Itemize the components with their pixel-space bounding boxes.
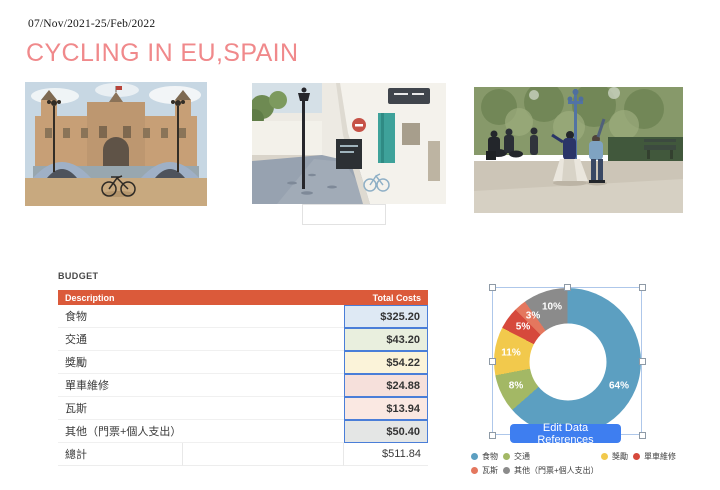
legend-item: 其他（門票+個人支出） (503, 465, 599, 475)
budget-section-label[interactable]: BUDGET (58, 271, 98, 281)
selection-handle-top-mid[interactable] (564, 284, 571, 291)
column-header-description[interactable]: Description (58, 290, 344, 305)
legend-label: 單車維修 (644, 451, 676, 462)
cell-empty[interactable] (183, 443, 344, 466)
cell-cost-selected[interactable]: $13.94 (344, 397, 428, 420)
park-dancers-illustration (474, 87, 683, 213)
slide-title[interactable]: CYCLING IN EU,SPAIN (26, 39, 298, 68)
empty-caption-textbox[interactable] (302, 204, 386, 225)
pie-percent-label: 8% (509, 381, 523, 392)
cell-total-cost[interactable]: $511.84 (344, 443, 428, 466)
donut-chart[interactable]: 64% 8% 11% 5% 3% 10% (494, 288, 641, 435)
photo-plaza-espana[interactable] (25, 82, 207, 206)
pie-percent-label: 64% (609, 381, 629, 392)
presentation-slide: 07/Nov/2021-25/Feb/2022 CYCLING IN EU,SP… (0, 0, 720, 490)
legend-dot (471, 467, 478, 474)
legend-dot (601, 453, 608, 460)
cell-description[interactable]: 瓦斯 (58, 397, 344, 420)
legend-label: 食物 (482, 451, 498, 462)
legend-label: 獎勵 (612, 451, 628, 462)
cell-description[interactable]: 其他（門票+個人支出） (58, 420, 344, 443)
selection-handle-mid-right[interactable] (639, 358, 646, 365)
legend-dot (471, 453, 478, 460)
table-row: 交通 $43.20 (58, 328, 428, 351)
table-row: 食物 $325.20 (58, 305, 428, 328)
legend-dot (503, 467, 510, 474)
cell-description[interactable]: 食物 (58, 305, 344, 328)
cell-total-label[interactable]: 總計 (58, 443, 183, 466)
pie-percent-label: 3% (526, 311, 540, 322)
selection-handle-bottom-right[interactable] (639, 432, 646, 439)
table-total-row: 總計 $511.84 (58, 443, 428, 466)
selection-handle-top-left[interactable] (489, 284, 496, 291)
plaza-espana-illustration (25, 82, 207, 206)
village-street-illustration (252, 83, 446, 204)
donut-hole (529, 323, 606, 400)
selection-handle-mid-left[interactable] (489, 358, 496, 365)
budget-table: Description Total Costs 食物 $325.20 交通 $4… (58, 290, 428, 466)
table-row: 獎勵 $54.22 (58, 351, 428, 374)
legend-item: 食物 (471, 451, 498, 461)
selection-handle-bottom-left[interactable] (489, 432, 496, 439)
date-range-text[interactable]: 07/Nov/2021-25/Feb/2022 (28, 18, 155, 30)
cell-description[interactable]: 單車維修 (58, 374, 344, 397)
cell-cost-selected[interactable]: $50.40 (344, 420, 428, 443)
column-header-total-costs[interactable]: Total Costs (344, 290, 428, 305)
legend-item: 交通 (503, 451, 530, 461)
photo-park-dancers[interactable] (474, 87, 683, 213)
table-row: 單車維修 $24.88 (58, 374, 428, 397)
legend-dot (503, 453, 510, 460)
legend-label: 交通 (514, 451, 530, 462)
legend-item: 獎勵 (601, 451, 628, 461)
pie-percent-label: 10% (542, 302, 562, 313)
table-row: 其他（門票+個人支出） $50.40 (58, 420, 428, 443)
legend-item: 瓦斯 (471, 465, 498, 475)
edit-data-references-button[interactable]: Edit Data References (510, 424, 621, 443)
table-row: 瓦斯 $13.94 (58, 397, 428, 420)
photo-village-street[interactable] (252, 83, 446, 204)
legend-label: 其他（門票+個人支出） (514, 465, 599, 476)
legend-label: 瓦斯 (482, 465, 498, 476)
legend-item: 單車維修 (633, 451, 676, 461)
pie-percent-label: 11% (501, 348, 520, 359)
table-header-row: Description Total Costs (58, 290, 428, 305)
cell-description[interactable]: 交通 (58, 328, 344, 351)
cell-cost-selected[interactable]: $54.22 (344, 351, 428, 374)
cell-cost-selected[interactable]: $43.20 (344, 328, 428, 351)
cell-cost-selected[interactable]: $24.88 (344, 374, 428, 397)
pie-percent-label: 5% (516, 322, 530, 333)
legend-dot (633, 453, 640, 460)
cell-description[interactable]: 獎勵 (58, 351, 344, 374)
cell-cost-selected[interactable]: $325.20 (344, 305, 428, 328)
selection-handle-top-right[interactable] (639, 284, 646, 291)
